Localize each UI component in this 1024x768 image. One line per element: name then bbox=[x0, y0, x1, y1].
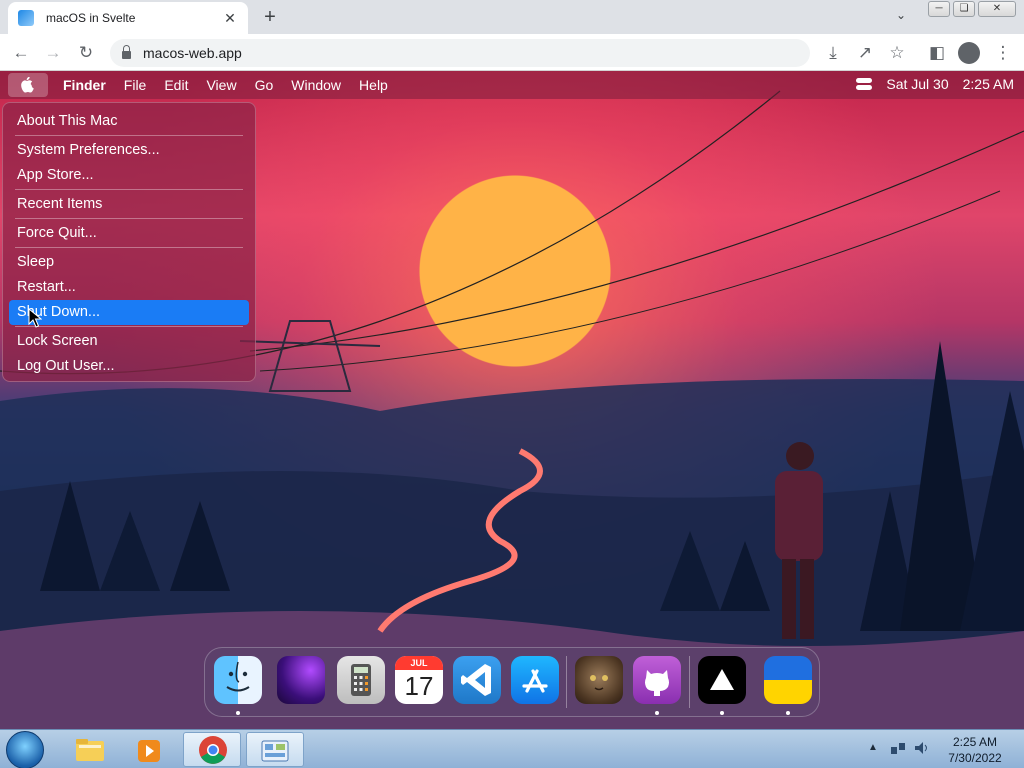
menu-item-recent-items[interactable]: Recent Items bbox=[9, 192, 249, 217]
taskbar-clock[interactable]: 2:25 AM 7/30/2022 bbox=[940, 734, 1010, 766]
menu-item-force-quit[interactable]: Force Quit... bbox=[9, 221, 249, 246]
running-indicator bbox=[655, 711, 659, 715]
macos-desktop: Finder File Edit View Go Window Help Sat… bbox=[0, 71, 1024, 729]
calendar-month: JUL bbox=[395, 656, 443, 670]
start-button-windows-logo-icon[interactable] bbox=[6, 731, 44, 768]
chrome-logo-icon bbox=[199, 736, 227, 764]
restore-window-button[interactable]: ❏ bbox=[953, 1, 975, 17]
menubar-item-window[interactable]: Window bbox=[291, 77, 341, 93]
back-arrow-icon[interactable]: ← bbox=[8, 40, 34, 66]
forward-arrow-icon[interactable]: → bbox=[40, 40, 66, 66]
install-app-icon[interactable]: ⤓ bbox=[820, 40, 846, 66]
dock-divider bbox=[689, 656, 690, 708]
menu-item-sleep[interactable]: Sleep bbox=[9, 250, 249, 275]
new-tab-button[interactable]: + bbox=[258, 6, 282, 30]
clock-time: 2:25 AM bbox=[952, 735, 998, 749]
macos-menubar: Finder File Edit View Go Window Help Sat… bbox=[0, 71, 1024, 99]
menu-item-shut-down[interactable]: Shut Down... bbox=[9, 300, 249, 325]
tab-search-chevron-icon[interactable]: ⌄ bbox=[896, 8, 906, 22]
close-window-button[interactable]: ✕ bbox=[978, 1, 1016, 17]
lock-icon[interactable] bbox=[122, 45, 131, 59]
running-indicator bbox=[786, 711, 790, 715]
dock-app-calculator[interactable] bbox=[337, 656, 385, 704]
media-player-icon bbox=[138, 740, 160, 762]
control-center-icon[interactable] bbox=[856, 77, 873, 91]
folder-icon bbox=[76, 739, 104, 761]
profile-avatar-icon[interactable] bbox=[958, 42, 980, 64]
menu-item-log-out[interactable]: Log Out User... bbox=[9, 354, 249, 379]
side-panel-icon[interactable]: ◧ bbox=[924, 40, 950, 66]
close-tab-icon[interactable]: ✕ bbox=[222, 10, 238, 27]
menu-separator bbox=[15, 326, 243, 327]
running-indicator bbox=[720, 711, 724, 715]
control-panel-icon bbox=[261, 740, 289, 762]
browser-tab[interactable]: macOS in Svelte ✕ bbox=[8, 2, 248, 34]
menu-separator bbox=[15, 189, 243, 190]
svelte-favicon-icon bbox=[18, 10, 34, 26]
app-store-logo-icon bbox=[522, 669, 548, 693]
calendar-day: 17 bbox=[404, 671, 434, 701]
menubar-item-view[interactable]: View bbox=[206, 77, 236, 93]
address-bar[interactable]: macos-web.app bbox=[110, 39, 810, 67]
menubar-time[interactable]: 2:25 AM bbox=[963, 76, 1014, 92]
apple-menu-dropdown: About This Mac System Preferences... App… bbox=[2, 102, 256, 382]
taskbar-control-panel[interactable] bbox=[246, 732, 304, 767]
vscode-logo-icon bbox=[461, 664, 491, 696]
taskbar-chrome[interactable] bbox=[183, 732, 241, 767]
menu-separator bbox=[15, 218, 243, 219]
minimize-window-button[interactable]: ─ bbox=[928, 1, 950, 17]
windows-taskbar: ▲ 2:25 AM 7/30/2022 bbox=[0, 729, 1024, 768]
tab-title: macOS in Svelte bbox=[46, 11, 136, 25]
menu-item-app-store[interactable]: App Store... bbox=[9, 163, 249, 188]
network-icon[interactable] bbox=[890, 741, 906, 755]
browser-tabstrip: macOS in Svelte ✕ + ⌄ ─ ❏ ✕ bbox=[0, 0, 1024, 34]
menubar-item-help[interactable]: Help bbox=[359, 77, 388, 93]
dock-app-ukraine[interactable] bbox=[764, 656, 812, 704]
calculator-icon bbox=[351, 664, 371, 696]
dock-app-wallpapers[interactable] bbox=[277, 656, 325, 704]
menu-item-lock-screen[interactable]: Lock Screen bbox=[9, 329, 249, 354]
mouse-cursor-icon bbox=[28, 308, 42, 328]
menubar-item-file[interactable]: File bbox=[124, 77, 147, 93]
dock-app-purrfect-cat[interactable] bbox=[575, 656, 623, 704]
taskbar-media-player[interactable] bbox=[121, 732, 179, 767]
menu-item-about-this-mac[interactable]: About This Mac bbox=[9, 109, 249, 134]
menu-item-system-preferences[interactable]: System Preferences... bbox=[9, 138, 249, 163]
dock-app-github[interactable] bbox=[633, 656, 681, 704]
github-octocat-icon bbox=[645, 670, 669, 696]
browser-toolbar: ← → ↻ macos-web.app ⤓ ↗ ☆ ◧ ⋮ bbox=[0, 34, 1024, 71]
url-text: macos-web.app bbox=[143, 45, 242, 61]
menu-item-restart[interactable]: Restart... bbox=[9, 275, 249, 300]
dock-app-finder[interactable] bbox=[214, 656, 262, 704]
dock-app-vscode[interactable] bbox=[453, 656, 501, 704]
show-hidden-icons-icon[interactable]: ▲ bbox=[868, 742, 878, 753]
bookmark-star-icon[interactable]: ☆ bbox=[884, 40, 910, 66]
dock-app-vercel[interactable] bbox=[698, 656, 746, 704]
chrome-menu-icon[interactable]: ⋮ bbox=[990, 40, 1016, 66]
clock-date: 7/30/2022 bbox=[948, 751, 1002, 765]
menubar-item-edit[interactable]: Edit bbox=[164, 77, 188, 93]
apple-menu-button[interactable] bbox=[8, 73, 48, 97]
dock-app-app-store[interactable] bbox=[511, 656, 559, 704]
vercel-triangle-icon bbox=[710, 669, 734, 690]
menubar-item-go[interactable]: Go bbox=[255, 77, 274, 93]
reload-icon[interactable]: ↻ bbox=[73, 40, 99, 66]
cat-face-icon bbox=[590, 675, 608, 691]
menu-separator bbox=[15, 247, 243, 248]
dock-app-calendar[interactable]: JUL 17 bbox=[395, 656, 443, 704]
menubar-date[interactable]: Sat Jul 30 bbox=[886, 76, 948, 92]
dock-divider bbox=[566, 656, 567, 708]
menubar-item-finder[interactable]: Finder bbox=[63, 77, 106, 93]
apple-logo-icon bbox=[21, 77, 34, 93]
taskbar-explorer[interactable] bbox=[60, 732, 118, 767]
menu-separator bbox=[15, 135, 243, 136]
macos-dock: JUL 17 bbox=[204, 647, 820, 717]
share-icon[interactable]: ↗ bbox=[852, 40, 878, 66]
running-indicator bbox=[236, 711, 240, 715]
finder-face-icon bbox=[226, 661, 250, 692]
volume-icon[interactable] bbox=[914, 741, 930, 755]
